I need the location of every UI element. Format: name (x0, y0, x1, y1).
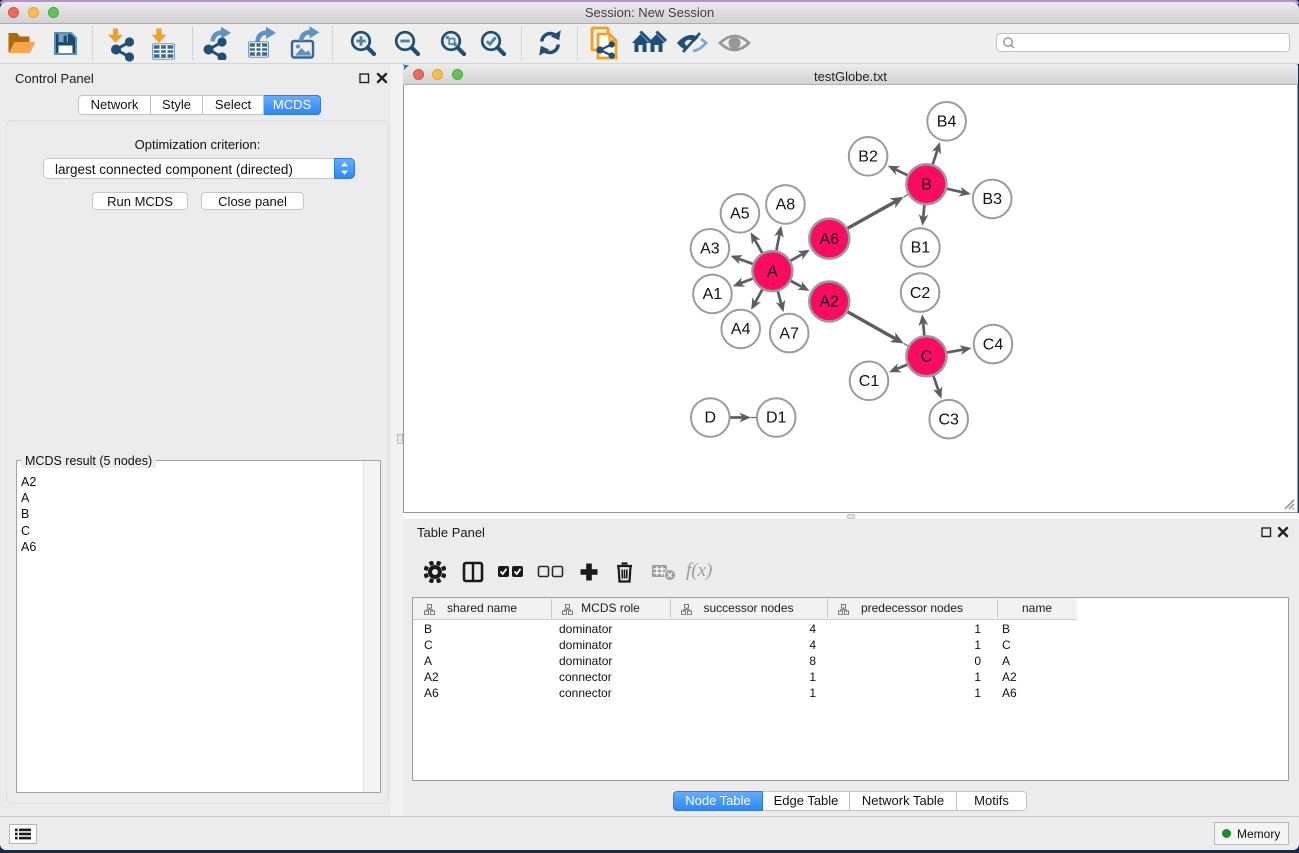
svg-text:A5: A5 (730, 205, 750, 222)
svg-text:C2: C2 (910, 284, 931, 301)
svg-text:B2: B2 (858, 148, 878, 165)
svg-text:A6: A6 (820, 230, 840, 247)
svg-text:B4: B4 (937, 113, 957, 130)
svg-text:A8: A8 (776, 196, 796, 213)
svg-text:D: D (705, 409, 717, 426)
svg-text:D1: D1 (766, 409, 787, 426)
svg-text:C1: C1 (859, 373, 880, 390)
svg-text:A: A (767, 263, 778, 280)
svg-text:C4: C4 (983, 336, 1004, 353)
svg-text:B: B (921, 176, 932, 193)
svg-text:B1: B1 (911, 239, 931, 256)
svg-text:A2: A2 (820, 293, 840, 310)
svg-text:A7: A7 (779, 325, 799, 342)
svg-text:C3: C3 (938, 411, 959, 428)
svg-text:A3: A3 (700, 240, 720, 257)
svg-text:A4: A4 (731, 321, 751, 338)
svg-text:B3: B3 (982, 191, 1002, 208)
svg-text:A1: A1 (703, 286, 723, 303)
svg-text:C: C (921, 348, 933, 365)
